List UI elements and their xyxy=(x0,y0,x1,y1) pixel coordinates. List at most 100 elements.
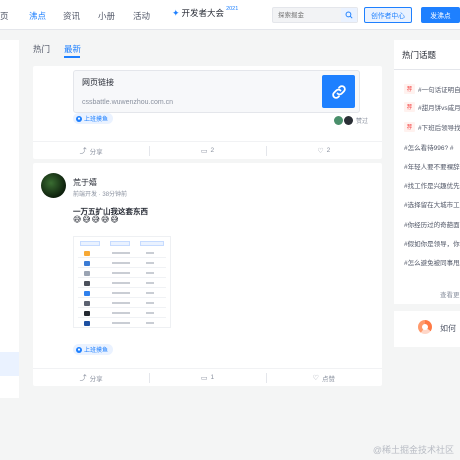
hot-topic-label: #假如你是领导，你 xyxy=(404,241,460,248)
link-url: cssbattle.wuwenzhou.com.cn xyxy=(82,99,174,106)
hot-topic-label: #甜月饼vs咸月 xyxy=(418,105,460,112)
topic-tag-label: 上班摸鱼 xyxy=(84,348,109,354)
like-count: 2 xyxy=(326,147,331,154)
image-row xyxy=(78,299,166,308)
image-header-cell xyxy=(110,241,130,246)
left-sidebar xyxy=(0,40,19,398)
promo-text: 如何 xyxy=(440,324,456,333)
pin-card: 荒于嬉 前端开发 · 38分钟前 一万五扩山我这套东西 😅😅😅😅😅 ● 上班摸鱼… xyxy=(33,163,382,386)
hot-topic-item[interactable]: 荐 #一句话证明自 xyxy=(404,84,460,94)
image-row xyxy=(78,289,166,298)
image-row xyxy=(78,269,166,278)
hot-topic-label: #一句话证明自 xyxy=(418,87,460,94)
recommend-badge: 荐 xyxy=(404,102,415,112)
share-button[interactable]: ⤴ 分享 xyxy=(33,142,149,159)
search-button[interactable] xyxy=(341,8,357,22)
hot-topic-item[interactable]: #怎么看待996? # xyxy=(404,142,454,152)
post-time: 38分钟前 xyxy=(102,192,128,198)
topic-tag[interactable]: ● 上班摸鱼 xyxy=(73,344,114,355)
share-label: 分享 xyxy=(89,375,103,383)
image-row xyxy=(78,259,166,268)
hot-topics-title: 热门话题 xyxy=(402,50,437,60)
like-button[interactable]: ♡ 点赞 xyxy=(265,369,382,386)
hot-topic-item[interactable]: #选择留在大城市工 xyxy=(404,199,460,209)
like-button[interactable]: ♡ 2 xyxy=(265,142,382,159)
topic-tag[interactable]: ● 上班摸鱼 xyxy=(73,113,114,124)
topic-tag-label: 上班摸鱼 xyxy=(84,117,109,123)
image-row xyxy=(78,249,166,258)
link-title: 网页链接 xyxy=(82,78,114,87)
topic-tag-icon: ● xyxy=(76,115,82,122)
image-row xyxy=(78,319,166,328)
nav-item-events[interactable]: 活动 xyxy=(133,10,150,22)
post-image[interactable] xyxy=(73,236,171,328)
author-meta: 前端开发 · 38分钟前 xyxy=(73,192,128,198)
hot-topic-label: #你经历过的奇葩面 xyxy=(404,222,460,229)
hot-topic-item[interactable]: #假如你是领导，你 xyxy=(404,238,460,248)
search-box xyxy=(272,7,358,23)
post-emojis: 😅😅😅😅😅 xyxy=(73,215,120,224)
link-preview[interactable]: 网页链接 cssbattle.wuwenzhou.com.cn xyxy=(73,70,360,113)
conference-label: 开发者大会 xyxy=(181,8,225,18)
hot-topic-item[interactable]: 荐 #下班后领导找 xyxy=(404,122,460,132)
liker-avatar xyxy=(333,116,343,125)
promo-card[interactable]: 如何 xyxy=(394,311,460,347)
comment-count: 2 xyxy=(210,147,215,154)
liker-avatar xyxy=(343,116,353,125)
hot-topic-label: #下班后领导找 xyxy=(418,125,460,132)
hot-topic-item[interactable]: #找工作是兴趣优先 xyxy=(404,180,460,190)
topic-tag-icon: ● xyxy=(76,346,82,353)
image-row xyxy=(78,309,166,318)
image-header-cell xyxy=(80,241,100,246)
like-icon: ♡ xyxy=(317,147,324,155)
conference-year: 2021 xyxy=(226,6,239,12)
search-icon xyxy=(345,11,353,19)
link-icon xyxy=(322,75,355,108)
comment-button[interactable]: ▭ 2 xyxy=(149,142,265,159)
hot-topic-label: #怎么避免被同事甩 xyxy=(404,260,460,267)
share-icon: ⤴ xyxy=(79,147,87,155)
image-header-cell xyxy=(140,241,164,246)
divider xyxy=(394,69,460,70)
top-navbar: 页 沸点 资讯 小册 活动 ✦ 开发者大会 2021 创作者中心 发沸点 xyxy=(0,0,460,30)
hot-topic-label: #年轻人要不要裸辞 xyxy=(404,164,460,171)
nav-item-news[interactable]: 资讯 xyxy=(63,10,80,22)
recommend-badge: 荐 xyxy=(404,122,415,132)
like-icon: ♡ xyxy=(312,374,319,382)
liked-label: 赞过 xyxy=(355,119,368,125)
share-icon: ⤴ xyxy=(79,374,87,382)
search-input[interactable] xyxy=(273,8,339,22)
promo-logo-icon xyxy=(418,320,432,334)
author-name[interactable]: 荒于嬉 xyxy=(73,177,97,188)
comment-count: 1 xyxy=(210,374,215,381)
avatar[interactable] xyxy=(41,173,66,198)
publish-pin-button[interactable]: 发沸点 xyxy=(421,7,460,23)
watermark: @稀土掘金技术社区 xyxy=(372,445,454,455)
share-button[interactable]: ⤴ 分享 xyxy=(33,369,149,386)
comment-button[interactable]: ▭ 1 xyxy=(149,369,265,386)
nav-item-books[interactable]: 小册 xyxy=(98,10,115,22)
nav-item-home[interactable]: 页 xyxy=(0,10,9,22)
pin-card: 网页链接 cssbattle.wuwenzhou.com.cn ● 上班摸鱼 赞… xyxy=(33,66,382,159)
nav-item-pins[interactable]: 沸点 xyxy=(29,10,46,22)
tab-hot[interactable]: 热门 xyxy=(33,43,50,55)
sidebar-selected-item[interactable] xyxy=(0,352,19,376)
image-row xyxy=(78,279,166,288)
tab-latest[interactable]: 最新 xyxy=(64,43,81,55)
recommend-badge: 荐 xyxy=(404,84,415,94)
hot-topic-item[interactable]: 荐 #甜月饼vs咸月 xyxy=(404,102,460,112)
conference-spark-icon: ✦ xyxy=(172,7,180,18)
hot-topic-label: #找工作是兴趣优先 xyxy=(404,183,460,190)
hot-topics-panel: 热门话题 荐 #一句话证明自 荐 #甜月饼vs咸月 荐 #下班后领导找 #怎么看待99… xyxy=(394,40,460,304)
hot-topic-label: #选择留在大城市工 xyxy=(404,202,460,209)
creator-center-button[interactable]: 创作者中心 xyxy=(364,7,412,23)
hot-topic-item[interactable]: #怎么避免被同事甩 xyxy=(404,257,460,267)
nav-item-dev-conference[interactable]: ✦ 开发者大会 2021 xyxy=(172,6,239,19)
author-role: 前端开发 xyxy=(73,192,98,198)
liked-by[interactable]: 赞过 xyxy=(333,116,368,125)
hot-topic-item[interactable]: #你经历过的奇葩面 xyxy=(404,219,460,229)
comment-icon: ▭ xyxy=(200,147,208,155)
view-more-link[interactable]: 查看更 xyxy=(440,289,460,299)
hot-topic-item[interactable]: #年轻人要不要裸辞 xyxy=(404,161,460,171)
action-bar: ⤴ 分享 ▭ 1 ♡ 点赞 xyxy=(33,368,382,386)
